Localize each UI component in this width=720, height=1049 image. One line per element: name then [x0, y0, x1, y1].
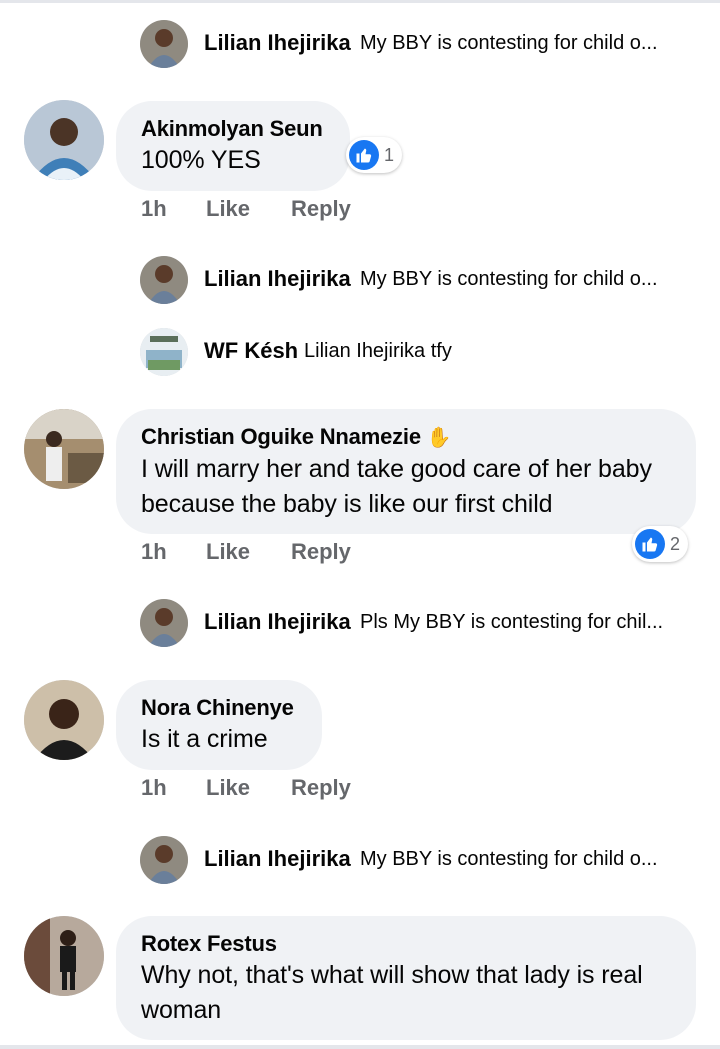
comment-bubble[interactable]: Rotex Festus Why not, that's what will s…: [116, 916, 696, 1040]
avatar[interactable]: [24, 100, 104, 180]
reply-author[interactable]: Lilian Ihejirika: [204, 264, 351, 294]
comment-actions: 1h Like Reply: [141, 539, 351, 565]
reaction-number: 1: [384, 144, 395, 165]
reply-text: My BBY is contesting for child o...: [360, 268, 658, 290]
bottom-divider: [0, 1045, 720, 1049]
comment-author[interactable]: Christian Oguike Nnamezie: [141, 424, 421, 449]
reply-button[interactable]: Reply: [291, 539, 351, 565]
reply-author[interactable]: Lilian Ihejirika: [204, 607, 351, 637]
comment-text: Why not, that's what will show that lady…: [141, 961, 643, 1024]
comment-author-row: Christian Oguike Nnamezie ✋: [141, 423, 670, 452]
like-button[interactable]: Like: [206, 539, 291, 565]
reply-author[interactable]: Lilian Ihejirika: [204, 844, 351, 874]
avatar[interactable]: [24, 409, 104, 489]
like-button[interactable]: Like: [206, 775, 291, 801]
avatar[interactable]: [24, 916, 104, 996]
reply-text: Pls My BBY is contesting for chil...: [360, 611, 664, 633]
comment-text: Is it a crime: [141, 725, 268, 753]
top-divider: [0, 0, 720, 3]
comment-actions: 1h Like Reply: [141, 196, 351, 222]
avatar[interactable]: [140, 599, 188, 647]
avatar[interactable]: [140, 328, 188, 376]
comment-text: I will marry her and take good care of h…: [141, 455, 652, 519]
comment-text: 100% YES: [141, 146, 261, 174]
reaction-count[interactable]: 1: [346, 137, 403, 173]
reply-text: My BBY is contesting for child o...: [360, 32, 658, 54]
comment-time[interactable]: 1h: [141, 775, 206, 801]
comment-time[interactable]: 1h: [141, 196, 206, 222]
reply-author[interactable]: Lilian Ihejirika: [204, 28, 351, 58]
avatar[interactable]: [140, 836, 188, 884]
reply-text: Lilian Ihejirika tfy: [304, 340, 452, 362]
avatar[interactable]: [24, 680, 104, 760]
like-reaction-icon: [635, 529, 665, 559]
avatar[interactable]: [140, 20, 188, 68]
reply-text: My BBY is contesting for child o...: [360, 848, 658, 870]
reply-button[interactable]: Reply: [291, 196, 351, 222]
avatar[interactable]: [140, 256, 188, 304]
reply-author[interactable]: WF Késh: [204, 336, 298, 366]
comment-bubble[interactable]: Akinmolyan Seun 100% YES: [116, 101, 350, 191]
comment-bubble[interactable]: Nora Chinenye Is it a crime: [116, 680, 322, 770]
like-button[interactable]: Like: [206, 196, 291, 222]
reaction-count[interactable]: 2: [632, 526, 689, 562]
reply-button[interactable]: Reply: [291, 775, 351, 801]
reaction-number: 2: [670, 533, 681, 554]
comment-time[interactable]: 1h: [141, 539, 206, 565]
like-reaction-icon: [349, 140, 379, 170]
comment-bubble[interactable]: Christian Oguike Nnamezie ✋ I will marry …: [116, 409, 696, 534]
waving-hand-icon: ✋: [426, 427, 452, 450]
comment-author[interactable]: Nora Chinenye: [141, 694, 296, 722]
comment-author[interactable]: Rotex Festus: [141, 930, 670, 958]
comment-actions: 1h Like Reply: [141, 775, 351, 801]
comment-author[interactable]: Akinmolyan Seun: [141, 115, 324, 143]
